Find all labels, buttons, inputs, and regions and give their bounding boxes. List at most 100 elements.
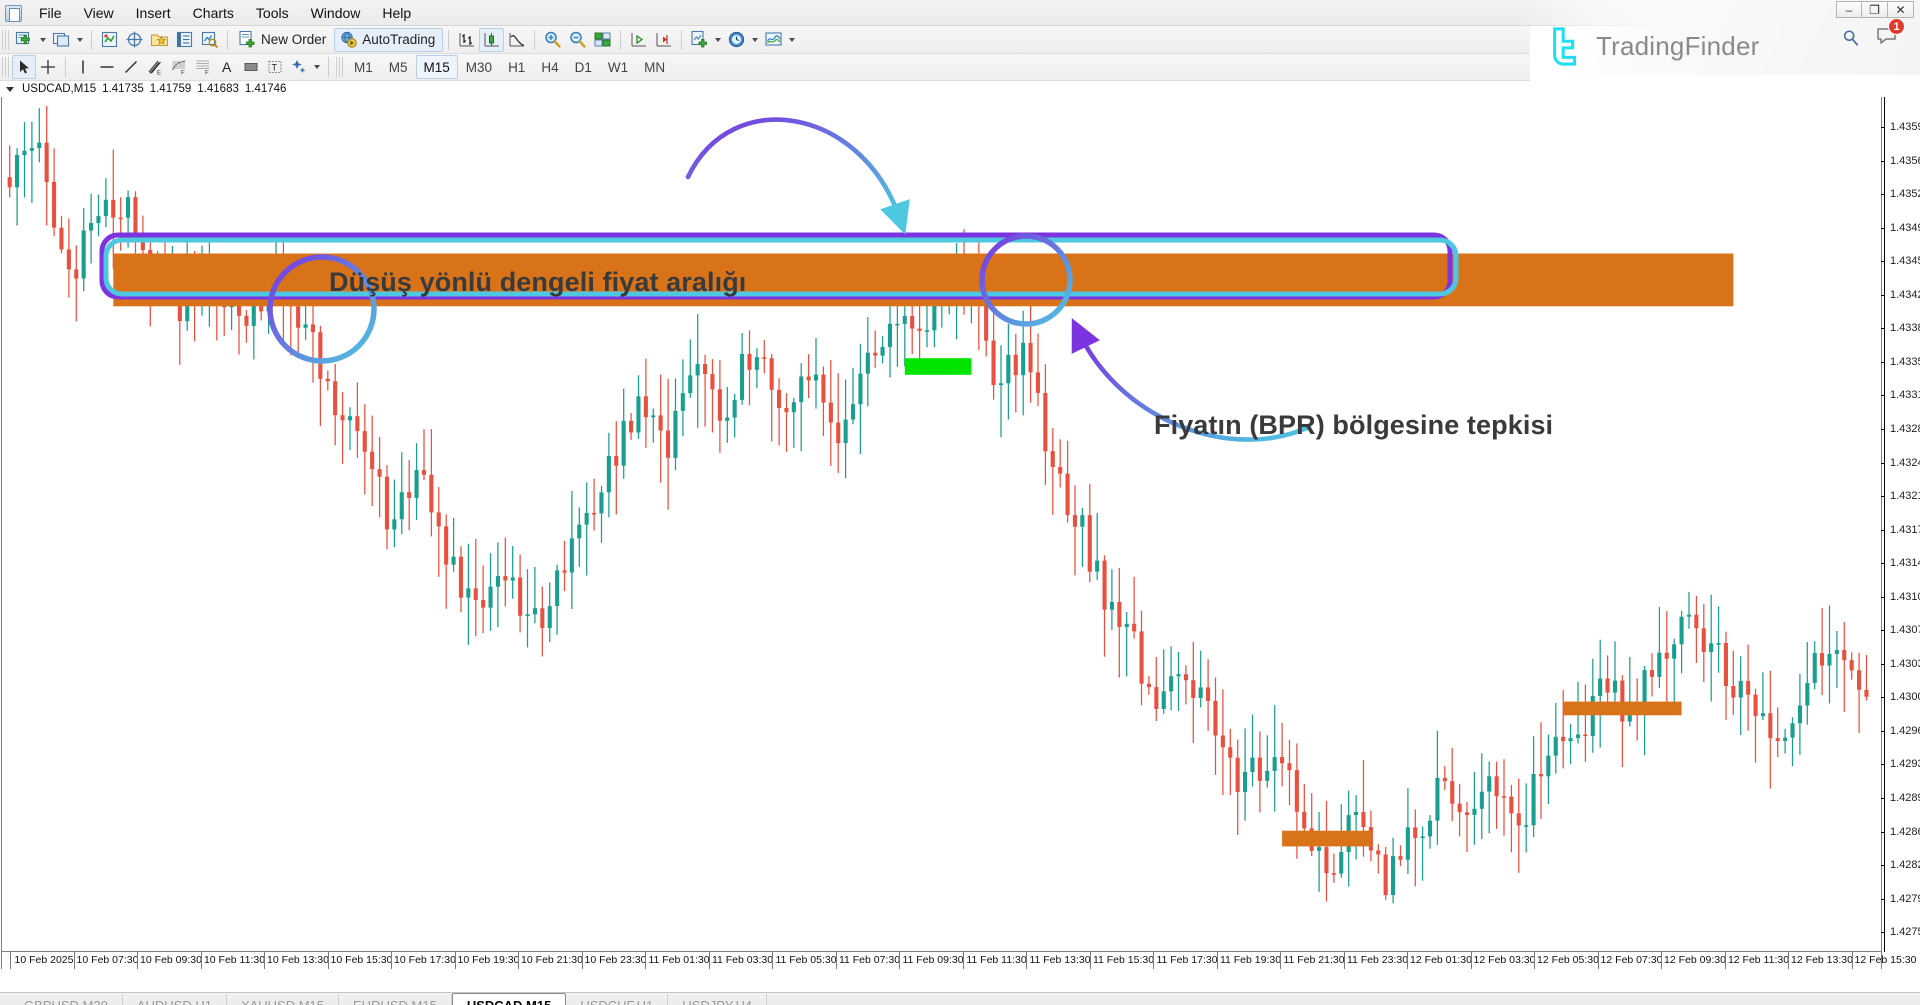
crosshair-tool-button[interactable] (36, 55, 60, 79)
time-tick (1534, 952, 1535, 969)
period-group-grip[interactable] (336, 57, 343, 77)
terminal-button[interactable] (172, 28, 197, 52)
notifications-button[interactable]: 1 (1876, 26, 1898, 49)
tradingfinder-wordmark: TradingFinder (1596, 31, 1760, 62)
periods-dropdown-icon[interactable] (752, 38, 758, 42)
minimize-button[interactable]: – (1836, 1, 1862, 18)
period-m30[interactable]: M30 (458, 55, 500, 79)
chart-collapse-icon[interactable] (6, 87, 14, 92)
market-watch-button[interactable] (97, 28, 122, 52)
time-tick-label: 11 Feb 21:30 (1283, 954, 1344, 966)
autotrading-button[interactable]: AutoTrading (334, 28, 443, 52)
indicators-button[interactable] (687, 28, 712, 52)
data-window-button[interactable] (122, 28, 147, 52)
navigator-button[interactable] (147, 28, 172, 52)
templates-dropdown-icon[interactable] (789, 38, 795, 42)
toolbar-separator (620, 30, 621, 50)
bar-chart-button[interactable] (454, 28, 479, 52)
time-tick-label: 12 Feb 15:30 (1855, 954, 1917, 966)
price-tick-label: 1.43350 (1890, 356, 1920, 368)
periods-button[interactable] (724, 28, 749, 52)
trendline-tool-button[interactable] (119, 55, 143, 79)
terminal-icon (175, 30, 194, 49)
equidistant-channel-tool-button[interactable]: E (143, 55, 167, 79)
menu-window[interactable]: Window (300, 2, 372, 25)
restore-button[interactable]: ❐ (1862, 1, 1888, 18)
new-chart-button[interactable] (12, 28, 37, 52)
menu-view[interactable]: View (73, 2, 125, 25)
chart-tab-usdjpy[interactable]: USDJPY,H4 (668, 994, 767, 1005)
period-h1[interactable]: H1 (500, 55, 533, 79)
cursor-tool-button[interactable] (12, 55, 36, 79)
profiles-dropdown-icon[interactable] (77, 38, 83, 42)
bpr-range-annotation: Düşüş yönlü dengeli fiyat aralığı (329, 267, 746, 298)
period-d1[interactable]: D1 (567, 55, 600, 79)
period-h4[interactable]: H4 (533, 55, 566, 79)
period-m15[interactable]: M15 (416, 55, 458, 79)
new-chart-dropdown-icon[interactable] (40, 38, 46, 42)
search-icon[interactable] (1842, 29, 1860, 47)
chart-tab-usdcad[interactable]: USDCAD,M15 (452, 993, 567, 1005)
period-w1[interactable]: W1 (600, 55, 636, 79)
toolbar-grip[interactable] (2, 30, 9, 50)
auto-scroll-button[interactable] (626, 28, 651, 52)
indicators-icon (690, 30, 709, 49)
menu-help[interactable]: Help (371, 2, 422, 25)
fibonacci-fan-tool-button[interactable]: F (191, 55, 215, 79)
period-m1[interactable]: M1 (346, 55, 381, 79)
shapes-dropdown-icon[interactable] (314, 65, 320, 69)
text-tool-button[interactable]: A (215, 55, 239, 79)
time-axis[interactable]: 10 Feb 202510 Feb 07:3010 Feb 09:3010 Fe… (1, 952, 1882, 969)
chart-tab-usdchf[interactable]: USDCHF,H1 (566, 994, 668, 1005)
chart-tab-gbpusd[interactable]: GBPUSD,M30 (10, 994, 123, 1005)
menu-insert[interactable]: Insert (125, 2, 182, 25)
auto-scroll-icon (629, 30, 648, 49)
zoom-out-button[interactable] (565, 28, 590, 52)
time-tick-label: 10 Feb 17:30 (394, 954, 456, 966)
toolbar-separator (534, 30, 535, 50)
templates-button[interactable] (761, 28, 786, 52)
candlestick-chart-button[interactable] (479, 28, 504, 52)
close-button[interactable]: ✕ (1888, 1, 1914, 18)
new-order-button[interactable]: New Order (233, 28, 334, 52)
horizontal-line-tool-button[interactable] (95, 55, 119, 79)
toolbar-separator (328, 57, 329, 77)
chart-tab-audusd[interactable]: AUDUSD,H1 (123, 994, 227, 1005)
price-tick (1881, 597, 1885, 598)
chart-shift-button[interactable] (651, 28, 676, 52)
profiles-button[interactable] (49, 28, 74, 52)
zoom-in-button[interactable] (540, 28, 565, 52)
time-tick-label: 10 Feb 19:30 (458, 954, 520, 966)
vertical-line-icon (74, 58, 92, 76)
tradingfinder-logo[interactable]: TradingFinder (1548, 26, 1760, 66)
chart-tab-xauusd[interactable]: XAUUSD,M15 (227, 994, 339, 1005)
candlestick-plot (2, 97, 1881, 950)
chart-tab-eurusd[interactable]: EURUSD,M15 (339, 994, 452, 1005)
toolbar-separator (227, 30, 228, 50)
indicators-dropdown-icon[interactable] (715, 38, 721, 42)
menu-charts[interactable]: Charts (182, 2, 245, 25)
toolbar-grip[interactable] (2, 57, 9, 77)
menu-file[interactable]: File (28, 2, 73, 25)
price-tick-label: 1.43315 (1890, 389, 1920, 401)
price-tick (1881, 630, 1885, 631)
menu-tools[interactable]: Tools (245, 2, 300, 25)
period-mn[interactable]: MN (636, 55, 673, 79)
line-chart-button[interactable] (504, 28, 529, 52)
text-box-tool-button[interactable]: T (263, 55, 287, 79)
period-m5[interactable]: M5 (381, 55, 416, 79)
time-tick (645, 952, 646, 969)
chart-plot-frame[interactable]: Düşüş yönlü dengeli fiyat aralığı Fiyatı… (1, 97, 1882, 952)
vertical-line-tool-button[interactable] (71, 55, 95, 79)
fibonacci-retracement-tool-button[interactable]: F (167, 55, 191, 79)
chart-symbol-label: USDCAD,M15 (22, 83, 96, 95)
brand-icons: 1 (1842, 26, 1898, 49)
strategy-tester-button[interactable] (197, 28, 222, 52)
price-axis[interactable]: 1.435951.435601.435251.434901.434551.434… (1884, 97, 1920, 952)
time-tick (1407, 952, 1408, 969)
shapes-tool-button[interactable] (287, 55, 311, 79)
cursor-icon (15, 58, 33, 76)
text-label-tool-button[interactable] (239, 55, 263, 79)
time-tick (1725, 952, 1726, 969)
tile-windows-button[interactable] (590, 28, 615, 52)
